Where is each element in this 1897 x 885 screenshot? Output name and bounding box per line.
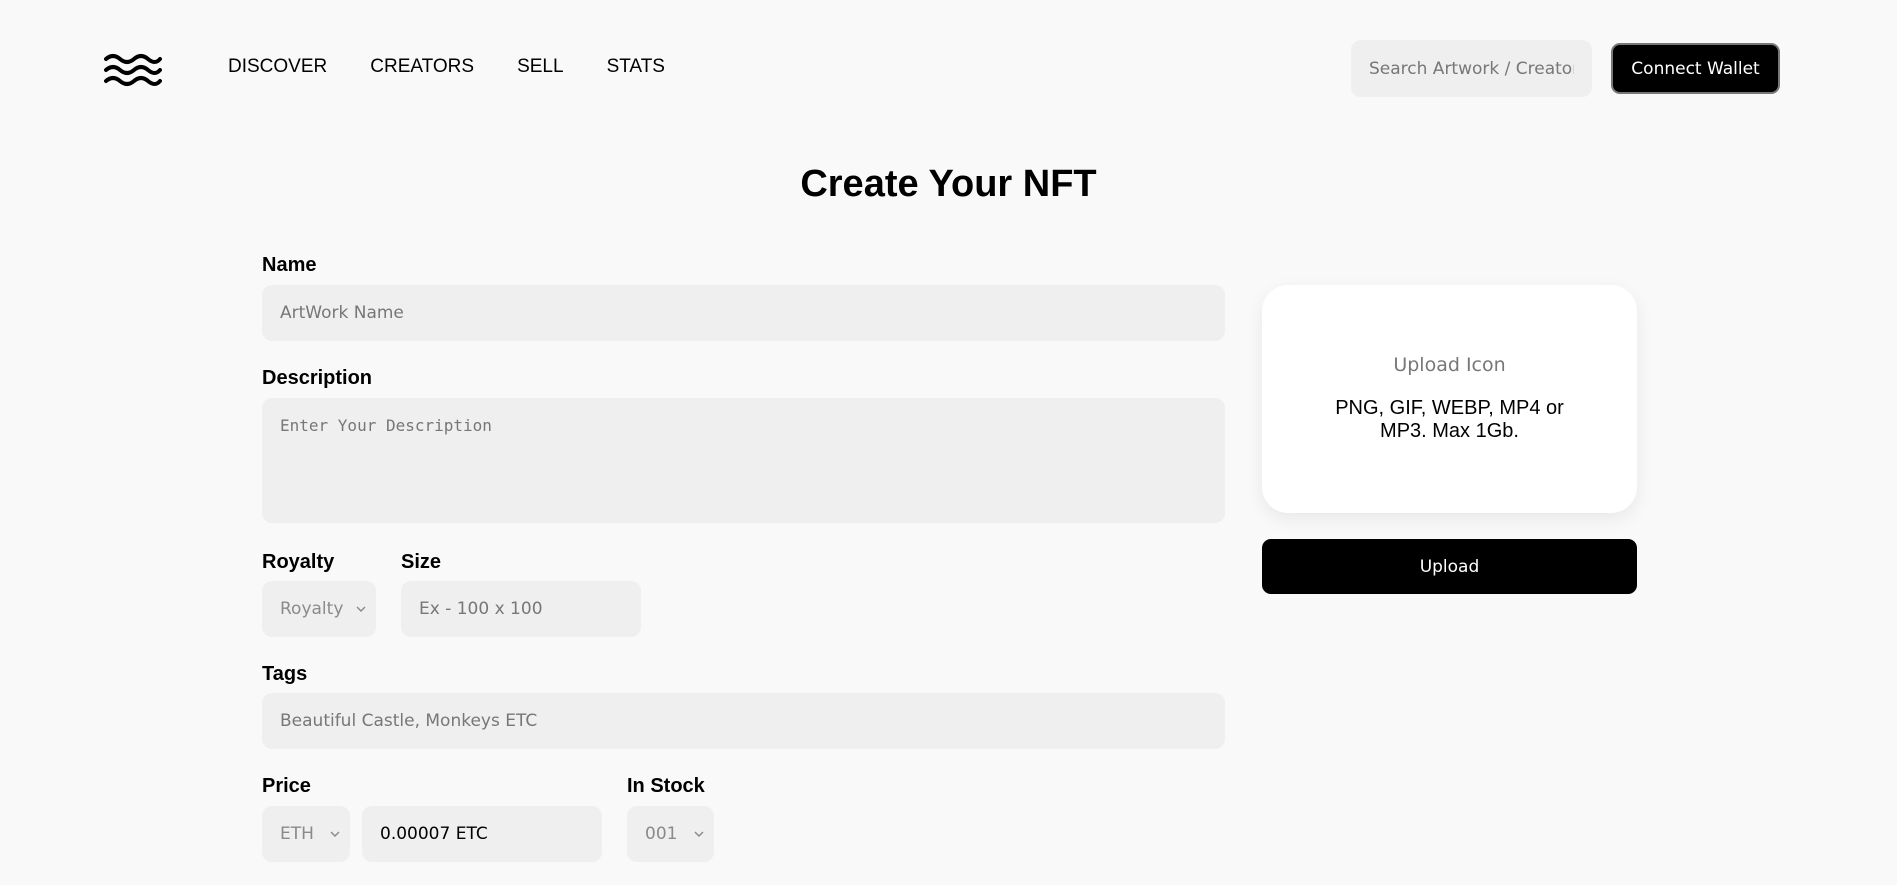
tags-input[interactable]	[262, 693, 1225, 749]
chevron-down-icon	[356, 606, 366, 612]
size-input[interactable]	[401, 581, 641, 637]
upload-icon-label: Upload Icon	[1393, 354, 1506, 376]
nav-stats[interactable]: STATS	[607, 56, 665, 78]
chevron-down-icon	[330, 831, 340, 837]
in-stock-select-value: 001	[645, 824, 678, 844]
size-label: Size	[401, 551, 442, 573]
search-input[interactable]	[1351, 40, 1592, 97]
currency-select-value: ETH	[280, 824, 314, 844]
currency-select[interactable]: ETH	[262, 806, 350, 862]
upload-button[interactable]: Upload	[1262, 539, 1637, 594]
main-nav: DISCOVER CREATORS SELL STATS	[228, 56, 708, 78]
name-label: Name	[262, 254, 317, 276]
upload-file-hint: PNG, GIF, WEBP, MP4 or MP3. Max 1Gb.	[1335, 397, 1564, 442]
artwork-name-input[interactable]	[262, 285, 1225, 341]
nav-discover[interactable]: DISCOVER	[228, 56, 327, 78]
upload-dropzone[interactable]: Upload Icon PNG, GIF, WEBP, MP4 or MP3. …	[1262, 285, 1637, 513]
description-textarea[interactable]	[262, 398, 1225, 523]
site-header: DISCOVER CREATORS SELL STATS Connect Wal…	[0, 0, 1897, 140]
tags-label: Tags	[262, 663, 308, 685]
royalty-select[interactable]: Royalty	[262, 581, 376, 637]
connect-wallet-button[interactable]: Connect Wallet	[1611, 43, 1780, 94]
in-stock-label: In Stock	[627, 775, 705, 797]
royalty-select-value: Royalty	[280, 599, 344, 619]
description-label: Description	[262, 367, 373, 389]
page-title: Create Your NFT	[800, 163, 1097, 205]
nav-creators[interactable]: CREATORS	[370, 56, 474, 78]
chevron-down-icon	[694, 831, 704, 837]
royalty-label: Royalty	[262, 551, 335, 573]
nav-sell[interactable]: SELL	[517, 56, 563, 78]
in-stock-select[interactable]: 001	[627, 806, 714, 862]
waves-logo-icon[interactable]	[104, 52, 162, 88]
price-label: Price	[262, 775, 311, 797]
price-input[interactable]	[362, 806, 602, 862]
